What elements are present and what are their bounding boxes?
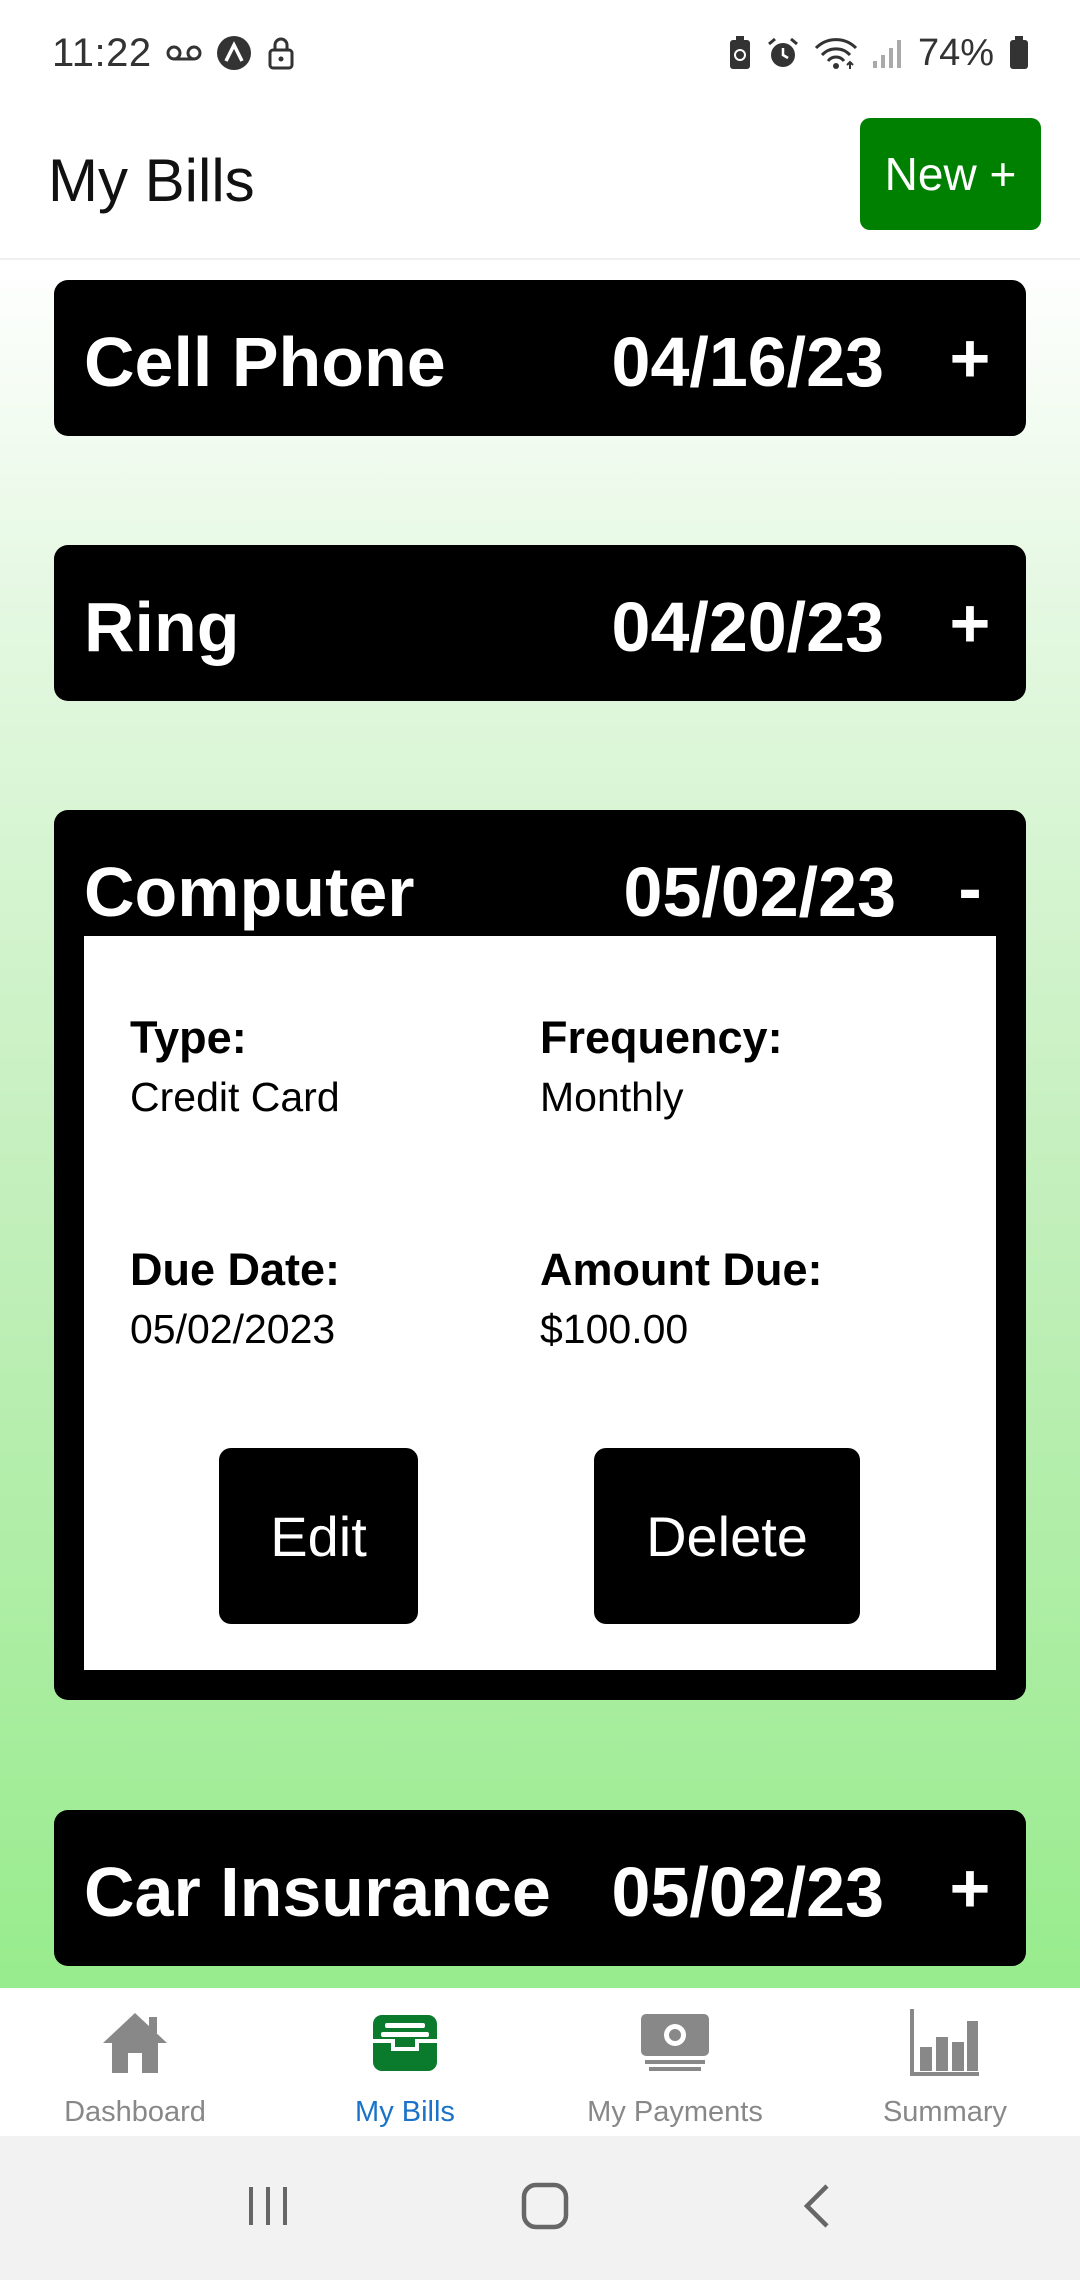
bill-card-ring[interactable]: Ring 04/20/23 + (54, 545, 1026, 701)
status-time: 11:22 (52, 30, 152, 75)
expand-toggle[interactable]: + (940, 1848, 1000, 1928)
money-icon (635, 2006, 715, 2078)
app-header: My Bills New + (0, 106, 1080, 260)
bill-date: 04/20/23 (611, 588, 884, 666)
back-icon[interactable] (797, 2180, 837, 2237)
tab-label: My Bills (355, 2096, 455, 2128)
frequency-label: Frequency: (540, 1012, 783, 1063)
status-right: 74% (728, 32, 1030, 75)
due-date-label: Due Date: (130, 1244, 341, 1295)
tab-dashboard[interactable]: Dashboard (0, 1988, 270, 2136)
expand-toggle[interactable]: + (940, 318, 1000, 398)
bill-name: Cell Phone (84, 323, 446, 401)
alarm-icon (766, 36, 800, 70)
tab-my-bills[interactable]: My Bills (270, 1988, 540, 2136)
type-value: Credit Card (130, 1074, 340, 1120)
system-nav-bar (0, 2136, 1080, 2280)
recent-apps-icon[interactable] (243, 2181, 293, 2236)
tab-label: My Payments (587, 2096, 763, 2128)
bill-date: 04/16/23 (611, 323, 884, 401)
delete-button[interactable]: Delete (594, 1448, 860, 1624)
bill-header[interactable]: Car Insurance 05/02/23 + (54, 1810, 1026, 1966)
bill-card-cell-phone[interactable]: Cell Phone 04/16/23 + (54, 280, 1026, 436)
status-bar: 11:22 74% (0, 0, 1080, 106)
tab-label: Summary (882, 2096, 1008, 2128)
bill-details-panel: Type: Credit Card Frequency: Monthly Due… (84, 936, 996, 1670)
wifi-icon (814, 36, 858, 70)
tab-my-payments[interactable]: My Payments (540, 1988, 810, 2136)
battery-percentage: 74% (917, 31, 994, 74)
amount-due-label: Amount Due: (540, 1244, 823, 1295)
bill-header[interactable]: Ring 04/20/23 + (54, 545, 1026, 701)
bill-date: 05/02/23 (611, 1853, 884, 1931)
status-left: 11:22 (52, 31, 296, 76)
inbox-tray-icon (365, 2006, 445, 2078)
amount-due-value: $100.00 (540, 1306, 689, 1352)
tab-label: Dashboard (64, 2096, 206, 2128)
collapse-toggle[interactable]: - (940, 848, 1000, 928)
expand-toggle[interactable]: + (940, 583, 1000, 663)
frequency-value: Monthly (540, 1074, 684, 1120)
bill-date: 05/02/23 (623, 853, 896, 931)
signal-icon (872, 37, 904, 69)
bar-chart-icon (905, 2006, 985, 2078)
due-date-value: 05/02/2023 (130, 1306, 336, 1352)
battery-saver-icon (728, 35, 752, 71)
voicemail-icon (166, 42, 202, 64)
battery-icon (1008, 35, 1030, 71)
bill-name: Ring (84, 588, 240, 666)
lock-icon (266, 35, 296, 71)
bill-card-computer[interactable]: Computer 05/02/23 - Type: Credit Card Fr… (54, 810, 1026, 1700)
app-badge-icon (216, 35, 252, 71)
tab-summary[interactable]: Summary (810, 1988, 1080, 2136)
bills-list[interactable]: Cell Phone 04/16/23 + Ring 04/20/23 + Co… (0, 262, 1080, 1988)
new-bill-button[interactable]: New + (860, 118, 1041, 230)
bill-name: Computer (84, 853, 415, 931)
page-title: My Bills (48, 147, 255, 214)
type-label: Type: (130, 1012, 247, 1063)
bill-header[interactable]: Cell Phone 04/16/23 + (54, 280, 1026, 436)
bill-name: Car Insurance (84, 1853, 551, 1931)
home-icon (95, 2006, 175, 2078)
edit-button[interactable]: Edit (219, 1448, 418, 1624)
bottom-nav: Dashboard My Bills My Payments Summary (0, 1988, 1080, 2136)
bill-card-car-insurance[interactable]: Car Insurance 05/02/23 + (54, 1810, 1026, 1966)
home-button-icon[interactable] (519, 2180, 571, 2237)
